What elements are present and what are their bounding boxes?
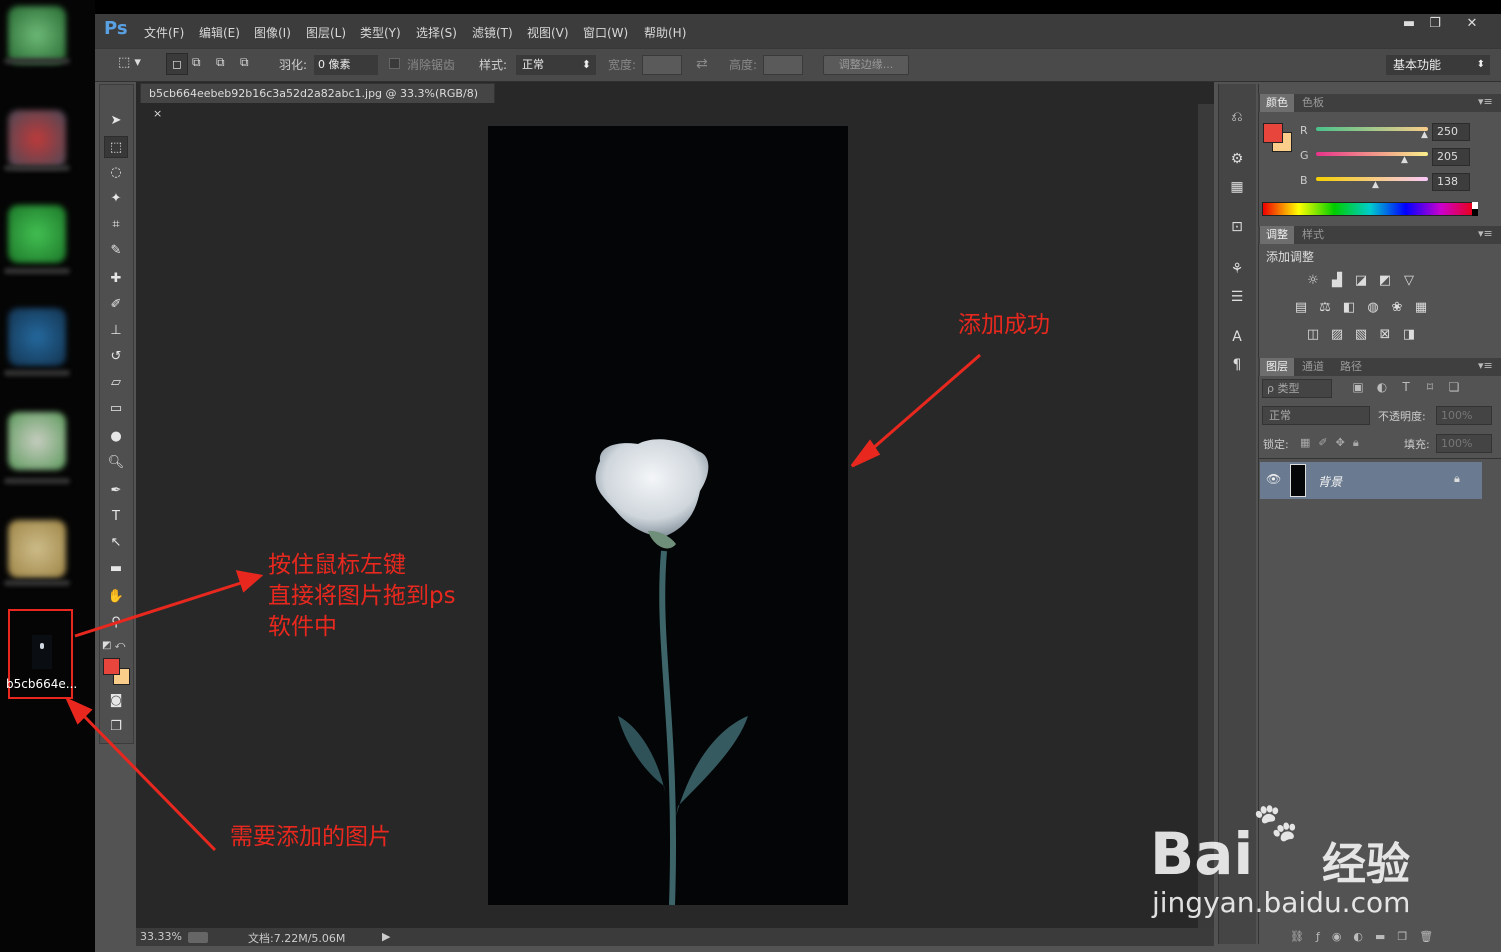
annotation-drag-line1: 按住鼠标左键 [268,552,406,578]
annotation-need-image: 需要添加的图片 [230,824,391,850]
paw-icon: 🐾︎ [1250,801,1301,847]
annotation-success: 添加成功 [958,312,1050,338]
watermark-brand: Bai [1150,820,1254,888]
watermark-url: jingyan.baidu.com [1152,886,1411,919]
watermark-brand2: 经验 [1322,839,1410,890]
annotation-drag-line3: 软件中 [268,614,337,640]
annotation-drag-line2: 直接将图片拖到ps [268,583,456,609]
